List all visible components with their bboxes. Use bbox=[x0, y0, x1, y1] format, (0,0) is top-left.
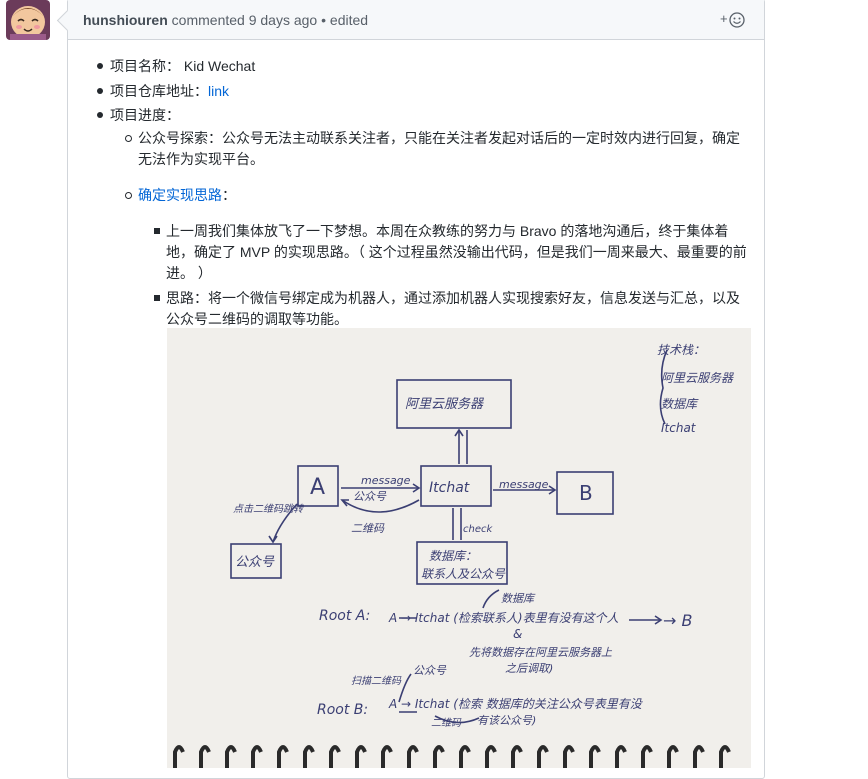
progress-label: 项目进度： bbox=[110, 107, 180, 123]
sketch-message-2: message bbox=[499, 478, 549, 491]
bullet-square bbox=[154, 295, 160, 301]
explore-label: 公众号探索： bbox=[138, 130, 222, 146]
sketch-route-a-note3: 之后调取) bbox=[505, 662, 553, 675]
sketch-route-a-b: → B bbox=[663, 611, 692, 630]
list-item-summary: 上一周我们集体放飞了一下梦想。本周在众教练的努力与 Bravo 的落地沟通后，终… bbox=[68, 221, 764, 284]
sketch-db-2: 联系人及公众号 bbox=[421, 567, 506, 581]
sketch-gzh: 公众号 bbox=[235, 555, 275, 570]
list-item-name: 项目名称： Kid Wechat bbox=[68, 54, 764, 78]
approach-link[interactable]: 确定实现思路 bbox=[138, 187, 222, 203]
sketch-route-b-scan: 扫描二维码 bbox=[351, 675, 402, 687]
sketch-qr: 二维码 bbox=[351, 522, 385, 535]
add-reaction-button[interactable]: + bbox=[720, 11, 752, 29]
comment-body: 项目名称： Kid Wechat 项目仓库地址：link 项目进度： 公众号探索… bbox=[68, 40, 764, 768]
sketch-route-a-note2: 先将数据存在阿里云服务器上 bbox=[469, 646, 613, 659]
sketch-scan: 点击二维码跳转 bbox=[233, 503, 305, 515]
progress-sublist: 公众号探索：公众号无法主动联系关注者，只能在关注者发起对话后的一定时效内进行回复… bbox=[68, 128, 764, 206]
comment-box: hunshiouren commented 9 days ago • edite… bbox=[56, 0, 765, 779]
approach-sublist: 上一周我们集体放飞了一下梦想。本周在众教练的努力与 Bravo 的落地沟通后，终… bbox=[68, 221, 764, 330]
sketch-tech-1: 阿里云服务器 bbox=[661, 371, 734, 385]
project-name-label: 项目名称： bbox=[110, 58, 180, 74]
smiley-icon bbox=[729, 12, 745, 28]
sketch-route-a-and: & bbox=[513, 627, 522, 641]
comment-header: hunshiouren commented 9 days ago • edite… bbox=[68, 0, 764, 40]
list-item-explore: 公众号探索：公众号无法主动联系关注者，只能在关注者发起对话后的一定时效内进行回复… bbox=[68, 128, 764, 170]
approach-colon: ： bbox=[222, 187, 236, 203]
bullet-circle bbox=[125, 192, 132, 199]
sketch-route-b-gzh: 公众号 bbox=[413, 664, 447, 677]
sketch-route-b-tail: 有该公众号) bbox=[477, 714, 536, 727]
sketch-check: check bbox=[463, 524, 493, 535]
sketch-tech-title: 技术栈： bbox=[657, 343, 705, 357]
bullet-disc bbox=[97, 112, 103, 118]
summary-line-2: 地，确定了 MVP 的实现思路。（ 这个过程虽然没输出代码，但是我们一周来最大、… bbox=[166, 244, 747, 260]
bullet-disc bbox=[97, 63, 103, 69]
sketch-route-b-note: 二维码 bbox=[431, 717, 462, 729]
project-name-value: Kid Wechat bbox=[180, 58, 256, 74]
sketch-route-a-note1: 数据库 bbox=[501, 592, 536, 605]
header-separator: • bbox=[317, 12, 330, 28]
sketch-gzh-small: 公众号 bbox=[353, 490, 387, 503]
bullet-square bbox=[154, 228, 160, 234]
sketch-itchat: Itchat bbox=[429, 480, 470, 496]
idea-line-2: 公众号二维码的调取等功能。 bbox=[166, 311, 348, 327]
bullet-circle bbox=[125, 135, 132, 142]
explore-text-2: 无法作为实现平台。 bbox=[138, 151, 264, 167]
list-item-approach: 确定实现思路： bbox=[68, 185, 764, 206]
sketch-tech-2: 数据库 bbox=[661, 397, 699, 411]
sketch-route-b-chain: A → Itchat (检索 数据库的关注公众号表里有没 bbox=[388, 697, 644, 711]
sketch-route-a: Root A: bbox=[319, 608, 370, 624]
timestamp-link[interactable]: 9 days ago bbox=[249, 12, 318, 28]
sketch-route-a-chain: A → Itchat (检索联系人)表里有没有这个人 bbox=[388, 611, 619, 625]
project-list: 项目名称： Kid Wechat 项目仓库地址：link 项目进度： bbox=[68, 54, 764, 127]
comment-action: commented bbox=[167, 12, 249, 28]
sketch-route-b: Root B: bbox=[317, 702, 368, 718]
sketch-db-1: 数据库： bbox=[429, 549, 477, 563]
sketch-tech-3: Itchat bbox=[661, 421, 697, 435]
repo-label: 项目仓库地址： bbox=[110, 83, 208, 99]
bullet-disc bbox=[97, 88, 103, 94]
list-item-idea: 思路：将一个微信号绑定成为机器人，通过添加机器人实现搜索好友，信息发送与汇总，以… bbox=[68, 288, 764, 330]
idea-line-1: 思路：将一个微信号绑定成为机器人，通过添加机器人实现搜索好友，信息发送与汇总，以… bbox=[166, 290, 740, 306]
sketch-message-1: message bbox=[361, 474, 411, 487]
repo-link[interactable]: link bbox=[208, 83, 229, 99]
author-link[interactable]: hunshiouren bbox=[83, 12, 168, 28]
list-item-repo: 项目仓库地址：link bbox=[68, 79, 764, 103]
avatar[interactable] bbox=[6, 0, 50, 40]
plus-icon: + bbox=[720, 11, 728, 26]
summary-line-1: 上一周我们集体放飞了一下梦想。本周在众教练的努力与 Bravo 的落地沟通后，终… bbox=[166, 223, 729, 239]
summary-line-3: 进。 ） bbox=[166, 265, 212, 281]
sketch-node-b: B bbox=[579, 481, 593, 505]
sketch-node-a: A bbox=[310, 475, 325, 500]
list-item-progress: 项目进度： bbox=[68, 103, 764, 127]
edited-dropdown[interactable]: edited bbox=[330, 12, 368, 28]
sketch-server: 阿里云服务器 bbox=[405, 397, 484, 412]
architecture-sketch-image[interactable]: 技术栈： 阿里云服务器 数据库 Itchat 阿里云服务器 A B Itchat… bbox=[167, 328, 751, 768]
explore-text: 公众号无法主动联系关注者，只能在关注者发起对话后的一定时效内进行回复，确定 bbox=[222, 130, 740, 146]
